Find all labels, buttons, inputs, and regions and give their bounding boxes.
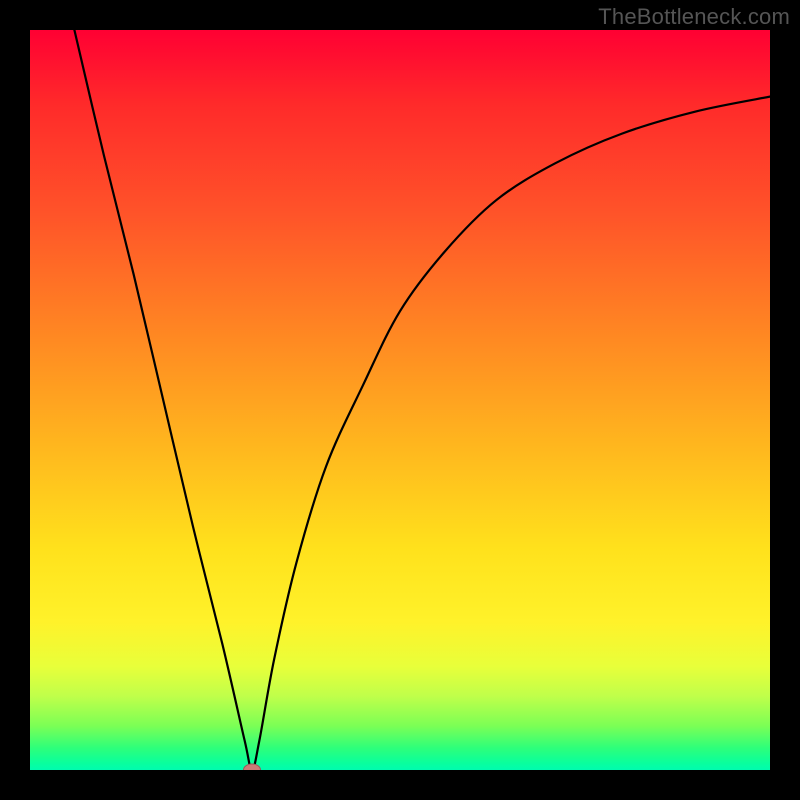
optimal-point-marker	[243, 764, 261, 771]
chart-frame: TheBottleneck.com	[0, 0, 800, 800]
watermark-text: TheBottleneck.com	[598, 4, 790, 30]
plot-area	[30, 30, 770, 770]
bottleneck-curve	[30, 30, 770, 770]
